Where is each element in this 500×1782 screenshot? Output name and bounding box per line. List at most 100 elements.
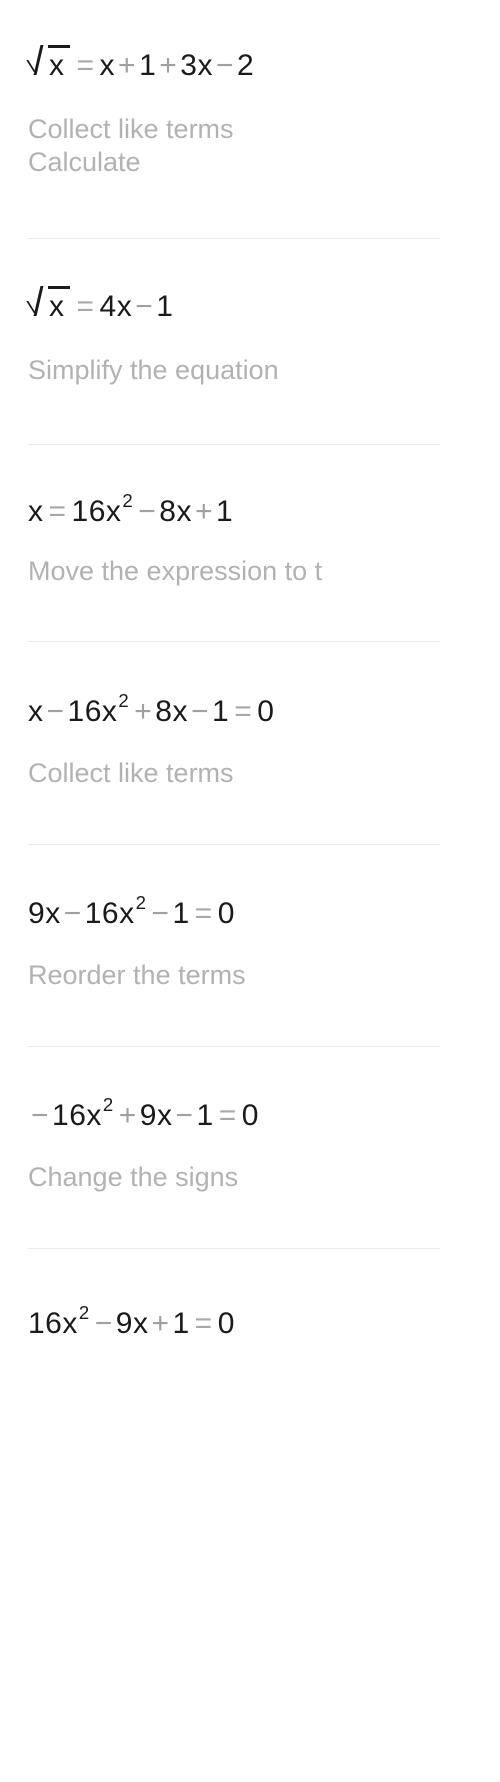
number-term: 4 <box>99 289 117 323</box>
step-hint: Reorder the terms <box>28 959 440 992</box>
number-term: 16 <box>28 1306 63 1340</box>
square-root-icon: x <box>28 42 72 81</box>
step-hint-line: Change the signs <box>28 1161 239 1192</box>
step-equation: x = 16x2−8x +1 <box>28 490 440 528</box>
step-equation: 16x2−9x +1 = 0 <box>28 1301 440 1340</box>
operator: − <box>215 49 234 82</box>
step-hint-line: Collect like terms <box>28 114 234 144</box>
operator: + <box>194 494 213 528</box>
equals-sign: = <box>48 494 67 528</box>
number-term: 16 <box>84 896 120 930</box>
number-term: 9 <box>28 896 46 930</box>
exponent: 2 <box>78 1301 90 1323</box>
number-term: 0 <box>217 1306 235 1340</box>
operator: + <box>118 1098 137 1132</box>
solution-step[interactable]: x = x +1 +3x −2 Collect like terms Calculate <box>0 0 440 179</box>
radicand: x <box>48 285 70 322</box>
operator: − <box>190 694 209 728</box>
step-equation: x = x +1 +3x −2 <box>28 42 440 81</box>
exponent: 2 <box>118 689 130 711</box>
number-term: 16 <box>71 494 106 528</box>
variable-term: x2 <box>86 1093 114 1132</box>
number-term: 1 <box>172 1306 190 1340</box>
number-term: 0 <box>217 896 235 930</box>
number-term: 1 <box>156 289 174 323</box>
step-hint: Simplify the equation <box>28 354 440 387</box>
solution-step[interactable]: x = 4x −1 Simplify the equation <box>0 239 440 387</box>
variable-term: x <box>99 49 116 82</box>
number-term: 9 <box>115 1306 133 1340</box>
step-hint: Collect like terms Calculate <box>28 113 440 179</box>
operator: − <box>138 494 157 528</box>
operator: − <box>151 896 170 930</box>
variable-term: x <box>176 494 192 528</box>
number-term: 1 <box>196 1098 214 1132</box>
step-equation: x −16x2 +8x −1 = 0 <box>28 689 440 728</box>
number-term: 1 <box>139 49 157 82</box>
equals-sign: = <box>234 694 253 728</box>
operator: − <box>63 896 82 930</box>
solution-step[interactable]: x −16x2 +8x −1 = 0 Collect like terms <box>0 642 440 790</box>
variable-term: x2 <box>105 490 134 528</box>
step-hint: Move the expression to t <box>28 555 440 588</box>
equals-sign: = <box>76 49 95 82</box>
solution-step[interactable]: x = 16x2−8x +1 Move the expression to t <box>0 445 440 588</box>
variable-term: x <box>156 1098 173 1132</box>
operator: − <box>31 1098 50 1132</box>
operator: − <box>175 1098 194 1132</box>
number-term: 1 <box>172 896 190 930</box>
step-equation: −16x2 +9x −1 = 0 <box>28 1093 440 1132</box>
solution-step[interactable]: −16x2 +9x −1 = 0 Change the signs <box>0 1047 440 1194</box>
step-hint-line: Calculate <box>28 146 141 177</box>
equals-sign: = <box>194 896 213 930</box>
exponent: 2 <box>135 891 147 913</box>
number-term: 1 <box>216 494 234 528</box>
variable-term: x <box>45 896 61 930</box>
step-hint: Collect like terms <box>28 757 440 790</box>
variable-term: x2 <box>62 1301 90 1340</box>
variable-term: x <box>116 289 133 323</box>
operator: + <box>151 1306 170 1340</box>
number-term: 2 <box>237 49 255 82</box>
variable-term: x <box>28 694 44 728</box>
variable-term: x <box>172 694 188 728</box>
number-term: 3 <box>180 49 198 82</box>
number-term: 8 <box>159 494 177 528</box>
radicand: x <box>48 45 70 81</box>
operator: + <box>118 49 137 82</box>
equals-sign: = <box>76 289 95 323</box>
number-term: 9 <box>139 1098 157 1132</box>
number-term: 16 <box>52 1098 87 1132</box>
step-hint-line: Collect like terms <box>28 757 234 788</box>
square-root-icon: x <box>28 283 72 322</box>
variable-term: x <box>197 49 213 82</box>
operator: − <box>94 1306 113 1340</box>
number-term: 8 <box>155 694 173 728</box>
solution-step[interactable]: 9x −16x2−1 = 0 Reorder the terms <box>0 845 440 992</box>
step-equation: 9x −16x2−1 = 0 <box>28 891 440 930</box>
solution-steps-list: x = x +1 +3x −2 Collect like terms Calculate x… <box>0 0 440 1782</box>
equals-sign: = <box>218 1098 237 1132</box>
operator: + <box>159 49 178 82</box>
step-hint-line: Move the expression to t <box>28 555 323 586</box>
variable-term: x <box>132 1306 149 1340</box>
number-term: 16 <box>67 694 102 728</box>
number-term: 0 <box>241 1098 259 1132</box>
step-hint: Change the signs <box>28 1161 440 1194</box>
solution-steps-page: x = x +1 +3x −2 Collect like terms Calculate x… <box>0 0 500 1782</box>
step-equation: x = 4x −1 <box>28 283 440 322</box>
variable-term: x2 <box>101 689 130 728</box>
solution-step[interactable]: 16x2−9x +1 = 0 <box>0 1249 440 1339</box>
number-term: 0 <box>257 694 275 728</box>
equals-sign: = <box>194 1306 213 1340</box>
exponent: 2 <box>102 1093 114 1115</box>
operator: − <box>135 289 154 323</box>
operator: + <box>134 694 153 728</box>
number-term: 1 <box>212 694 230 728</box>
variable-term: x2 <box>119 891 147 930</box>
operator: − <box>46 694 65 728</box>
variable-term: x <box>28 494 44 528</box>
step-hint-line: Simplify the equation <box>28 354 279 385</box>
step-hint-line: Reorder the terms <box>28 959 246 990</box>
exponent: 2 <box>122 490 134 512</box>
